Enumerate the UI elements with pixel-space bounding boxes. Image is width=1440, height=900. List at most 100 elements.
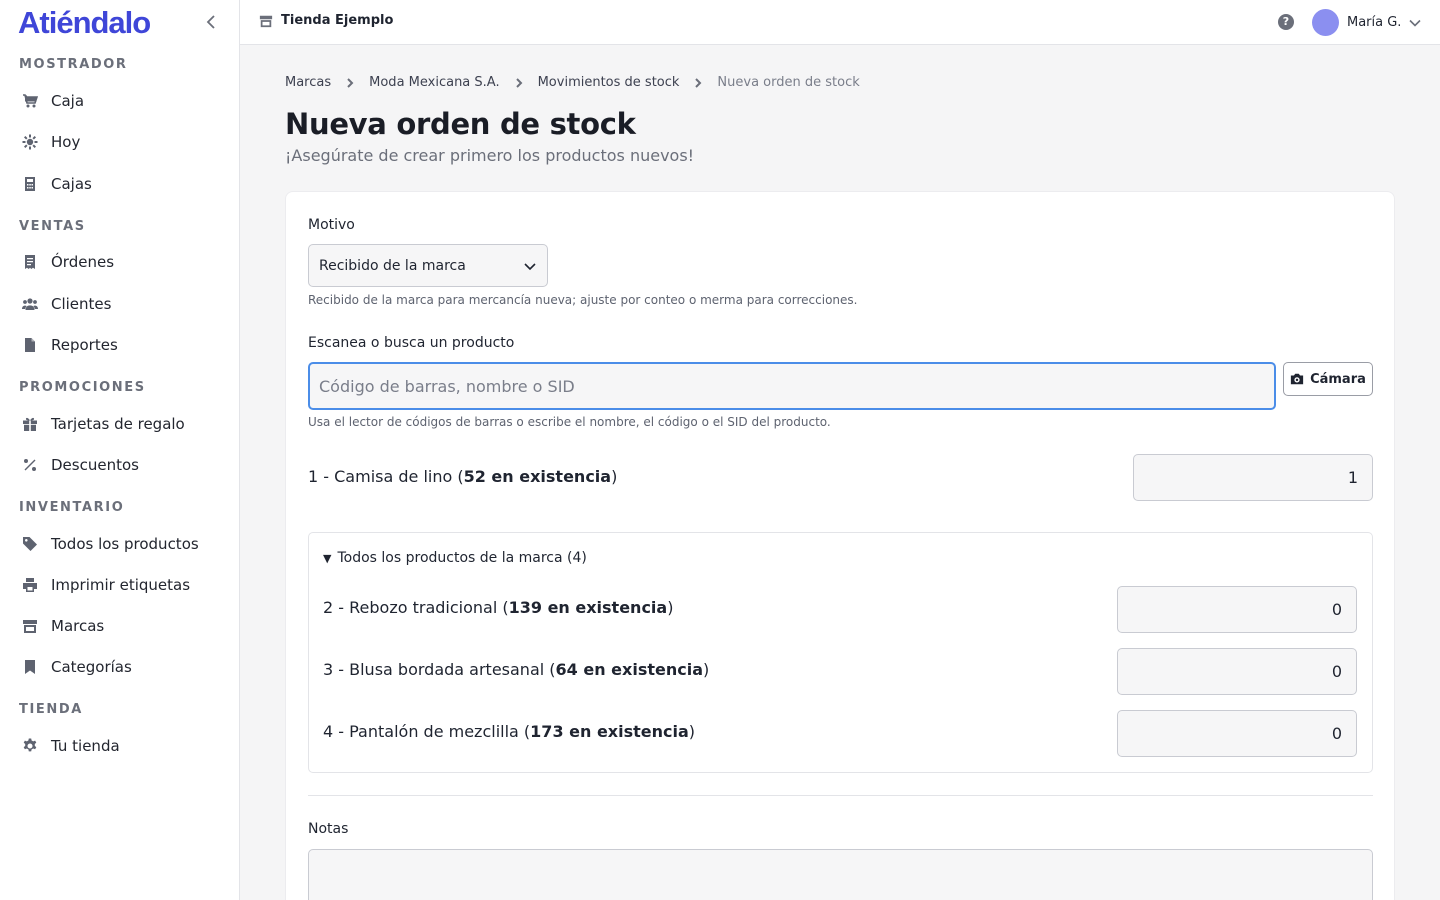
collapse-sidebar-button[interactable] <box>203 13 221 31</box>
stock-order-form: Motivo Recibido de la marca Recibido de … <box>285 191 1395 900</box>
breadcrumb-brand[interactable]: Moda Mexicana S.A. <box>369 75 499 90</box>
chevron-left-icon <box>206 15 215 29</box>
notes-textarea[interactable] <box>308 849 1373 900</box>
nav-section-inventario: INVENTARIO <box>0 499 240 517</box>
section-title: INVENTARIO <box>19 500 125 515</box>
sidebar-item-marcas[interactable]: Marcas <box>0 615 104 637</box>
sidebar-item-todos-los-productos[interactable]: Todos los productos <box>0 533 199 555</box>
brand-product-row: 3 - Blusa bordada artesanal (64 en exist… <box>323 660 709 679</box>
gift-icon <box>21 415 39 433</box>
motivo-select[interactable]: Recibido de la marca <box>308 244 548 287</box>
chevron-down-icon <box>524 263 536 271</box>
chevron-right-icon <box>693 77 703 88</box>
product-stock: 139 en existencia <box>508 598 668 617</box>
sidebar-item-clientes[interactable]: Clientes <box>0 293 111 315</box>
page-subtitle: ¡Asegúrate de crear primero los producto… <box>285 146 695 165</box>
section-title: VENTAS <box>19 219 86 234</box>
brand-logo[interactable]: Atiéndalo <box>18 5 151 41</box>
file-icon <box>21 336 39 354</box>
sidebar-item-imprimir-etiquetas[interactable]: Imprimir etiquetas <box>0 574 190 596</box>
brand-product-row: 4 - Pantalón de mezclilla (173 en existe… <box>323 722 695 741</box>
sidebar-item-reportes[interactable]: Reportes <box>0 334 118 356</box>
product-stock: 52 en existencia <box>463 467 612 486</box>
product-suffix: ) <box>703 660 710 679</box>
nav-section-promociones: PROMOCIONES <box>0 379 240 397</box>
topbar: Tienda Ejemplo ? María G. <box>240 0 1440 45</box>
cart-icon <box>21 92 39 110</box>
divider <box>308 795 1373 796</box>
help-icon[interactable]: ? <box>1278 14 1294 30</box>
sidebar-item-label: Reportes <box>51 336 118 354</box>
sidebar-item-label: Órdenes <box>51 253 115 271</box>
search-help: Usa el lector de códigos de barras o esc… <box>308 415 831 429</box>
nav-section-ventas: VENTAS <box>0 218 240 236</box>
store-switcher[interactable]: Tienda Ejemplo <box>259 13 393 28</box>
breadcrumb-stock-movements[interactable]: Movimientos de stock <box>538 75 680 90</box>
breadcrumb: Marcas Moda Mexicana S.A. Movimientos de… <box>285 75 860 90</box>
sidebar-item-tu-tienda[interactable]: Tu tienda <box>0 735 120 757</box>
sidebar-item-label: Cajas <box>51 175 92 193</box>
sidebar-item-label: Caja <box>51 92 85 110</box>
sidebar-item-label: Marcas <box>51 617 105 635</box>
page-title: Nueva orden de stock <box>285 107 636 141</box>
camera-icon <box>1290 373 1304 385</box>
triangle-down-icon: ▼ <box>323 551 332 565</box>
sidebar-item-label: Tu tienda <box>51 737 120 755</box>
camera-button[interactable]: Cámara <box>1283 362 1373 396</box>
receipt-icon <box>21 253 39 271</box>
section-title: TIENDA <box>19 702 83 717</box>
users-icon <box>21 295 39 313</box>
brand-products-summary: Todos los productos de la marca (4) <box>337 550 587 566</box>
product-search-input[interactable] <box>308 362 1276 410</box>
store-icon <box>21 617 39 635</box>
sidebar-item-tarjetas-de-regalo[interactable]: Tarjetas de regalo <box>0 413 185 435</box>
camera-button-label: Cámara <box>1310 371 1366 387</box>
selected-product-qty[interactable] <box>1133 454 1373 501</box>
sidebar-item-label: Hoy <box>51 133 81 151</box>
tag-icon <box>21 535 39 553</box>
product-name: 1 - Camisa de lino ( <box>308 467 464 486</box>
sidebar-item-descuentos[interactable]: Descuentos <box>0 454 139 476</box>
product-name: 4 - Pantalón de mezclilla ( <box>323 722 531 741</box>
product-stock: 173 en existencia <box>530 722 689 741</box>
printer-icon <box>21 576 39 594</box>
breadcrumb-marcas[interactable]: Marcas <box>285 75 331 90</box>
sidebar-item-hoy[interactable]: Hoy <box>0 131 80 153</box>
nav-section-tienda: TIENDA <box>0 701 240 719</box>
chevron-right-icon <box>345 77 355 88</box>
sidebar-item-label: Categorías <box>51 658 132 676</box>
chevron-right-icon <box>514 77 524 88</box>
brand-products-toggle[interactable]: ▼ Todos los productos de la marca (4) <box>323 550 587 566</box>
motivo-help: Recibido de la marca para mercancía nuev… <box>308 293 858 307</box>
sidebar-item-cajas[interactable]: Cajas <box>0 173 92 195</box>
product-stock: 64 en existencia <box>555 660 704 679</box>
selected-product: 1 - Camisa de lino (52 en existencia) <box>308 467 617 486</box>
section-title: MOSTRADOR <box>19 57 128 72</box>
sidebar-item-label: Todos los productos <box>51 535 199 553</box>
sidebar-item-caja[interactable]: Caja <box>0 90 84 112</box>
brand-product-qty[interactable] <box>1117 586 1357 633</box>
user-name: María G. <box>1347 15 1402 30</box>
sidebar-item-ordenes[interactable]: Órdenes <box>0 251 114 273</box>
sidebar-item-label: Descuentos <box>51 456 139 474</box>
notes-label: Notas <box>308 821 349 837</box>
nav-section-mostrador: MOSTRADOR <box>0 56 240 74</box>
sidebar-item-categorias[interactable]: Categorías <box>0 656 132 678</box>
motivo-label: Motivo <box>308 217 355 233</box>
sidebar: Atiéndalo MOSTRADOR Caja Hoy Cajas VENTA… <box>0 0 240 900</box>
product-suffix: ) <box>667 598 674 617</box>
avatar <box>1312 9 1339 36</box>
store-name: Tienda Ejemplo <box>281 13 394 28</box>
section-title: PROMOCIONES <box>19 380 146 395</box>
brand-product-qty[interactable] <box>1117 648 1357 695</box>
brand-row: Atiéndalo <box>0 0 239 45</box>
brand-product-qty[interactable] <box>1117 710 1357 757</box>
product-suffix: ) <box>611 467 618 486</box>
chevron-down-icon <box>1409 19 1422 27</box>
user-menu[interactable]: María G. <box>1312 9 1422 36</box>
store-icon <box>259 15 273 27</box>
product-name: 2 - Rebozo tradicional ( <box>323 598 509 617</box>
sidebar-item-label: Imprimir etiquetas <box>51 576 191 594</box>
bookmark-icon <box>21 658 39 676</box>
breadcrumb-current: Nueva orden de stock <box>717 75 860 90</box>
